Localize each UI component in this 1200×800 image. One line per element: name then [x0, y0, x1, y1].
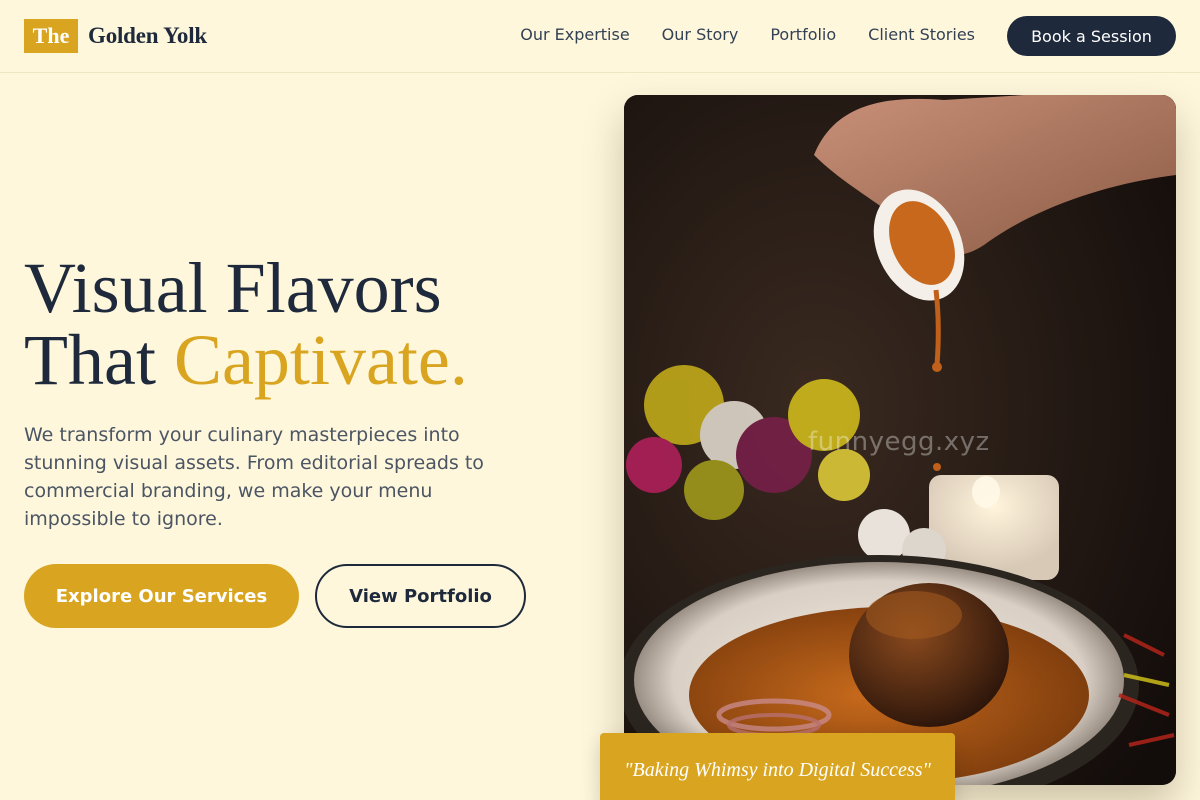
logo-name: Golden Yolk	[88, 23, 208, 48]
site-header: The Golden Yolk Our Expertise Our Story …	[0, 0, 1200, 73]
hero-title: Visual Flavors That Captivate.	[24, 252, 584, 396]
nav-link-our-expertise[interactable]: Our Expertise	[520, 24, 629, 46]
tagline-card: "Baking Whimsy into Digital Success"	[600, 733, 955, 800]
book-session-button[interactable]: Book a Session	[1007, 16, 1176, 56]
hero-description: We transform your culinary masterpieces …	[24, 424, 484, 530]
hero-title-accent: Captivate.	[173, 320, 468, 400]
nav-link-our-story[interactable]: Our Story	[662, 24, 739, 46]
logo-badge: The	[24, 19, 78, 53]
sauce-drip	[933, 289, 941, 366]
image-watermark: funnyegg.xyz	[808, 427, 990, 457]
explore-services-button[interactable]: Explore Our Services	[24, 564, 299, 628]
hero-title-line2: That	[24, 320, 174, 400]
tagline-text: "Baking Whimsy into Digital Success"	[624, 759, 931, 781]
brand-logo[interactable]: The Golden Yolk	[24, 19, 207, 53]
nav-link-portfolio[interactable]: Portfolio	[770, 24, 836, 46]
nav-link-client-stories[interactable]: Client Stories	[868, 24, 975, 46]
view-portfolio-button[interactable]: View Portfolio	[315, 564, 526, 628]
hero-title-line1: Visual Flavors	[24, 248, 442, 328]
hero-food-image: funnyegg.xyz	[624, 95, 1176, 785]
main-nav: Our Expertise Our Story Portfolio Client…	[520, 24, 975, 46]
